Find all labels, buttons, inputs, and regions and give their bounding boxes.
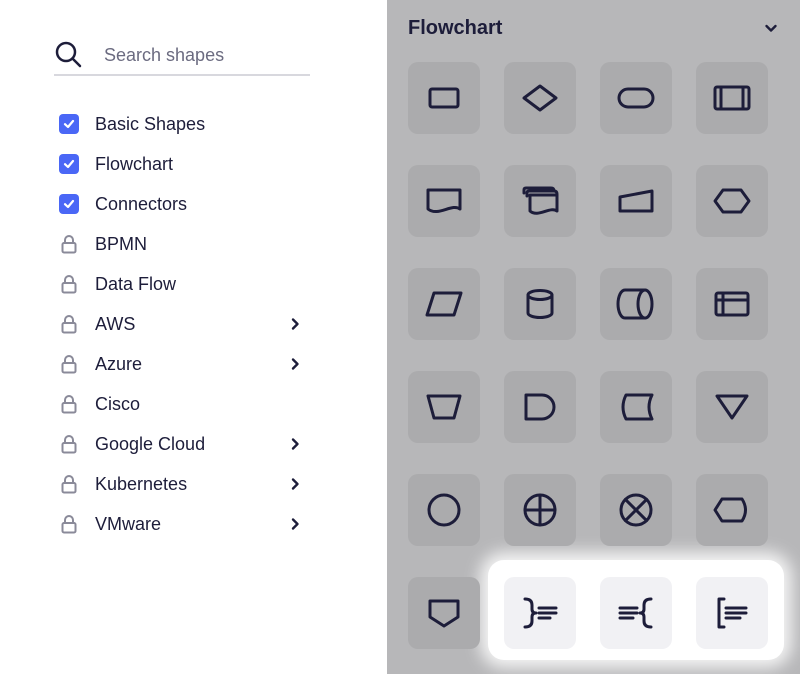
annotation-right-icon: [523, 597, 558, 629]
category-flowchart[interactable]: Flowchart: [58, 144, 308, 184]
category-aws[interactable]: AWS: [58, 304, 308, 344]
shape-tile-direct-access-storage[interactable]: [600, 268, 672, 340]
lock-icon: [58, 273, 80, 295]
category-google-cloud[interactable]: Google Cloud: [58, 424, 308, 464]
chevron-right-icon[interactable]: [288, 516, 302, 532]
display-icon: [713, 497, 747, 523]
terminator-icon: [617, 87, 655, 109]
category-label: AWS: [95, 313, 136, 334]
checkmark-icon: [59, 154, 79, 174]
shape-tile-internal-storage[interactable]: [696, 268, 768, 340]
shape-tile-delay[interactable]: [504, 371, 576, 443]
category-label: Kubernetes: [95, 473, 188, 494]
document-icon: [426, 188, 462, 214]
lock-icon: [58, 233, 80, 255]
search-input[interactable]: [102, 42, 306, 68]
section-title: Flowchart: [408, 16, 503, 39]
shape-tile-document[interactable]: [408, 165, 480, 237]
category-label: BPMN: [95, 233, 148, 254]
stored-data-icon: [621, 393, 654, 421]
category-checkbox[interactable]: [58, 153, 80, 175]
search-bar: [54, 36, 310, 76]
chevron-right-icon[interactable]: [288, 316, 302, 332]
shape-tile-connector[interactable]: [408, 474, 480, 546]
multi-document-icon: [522, 186, 559, 215]
lock-icon: [58, 513, 80, 535]
shape-tile-multi-document[interactable]: [504, 165, 576, 237]
process-icon: [428, 87, 460, 109]
direct-access-storage-icon: [616, 288, 654, 320]
shape-tile-manual-operation[interactable]: [408, 371, 480, 443]
shape-tile-stored-data[interactable]: [600, 371, 672, 443]
off-page-connector-icon: [428, 599, 460, 628]
connector-icon: [427, 493, 461, 527]
shape-tile-or[interactable]: [600, 474, 672, 546]
chevron-down-icon[interactable]: [764, 21, 778, 35]
shape-library-sidebar: Basic Shapes Flowchart Connectors BPMN Data …: [0, 0, 387, 674]
category-kubernetes[interactable]: Kubernetes: [58, 464, 308, 504]
shape-tile-annotation-bracket[interactable]: [696, 577, 768, 649]
preparation-icon: [713, 188, 751, 214]
chevron-right-icon[interactable]: [288, 356, 302, 372]
shape-tile-terminator[interactable]: [600, 62, 672, 134]
merge-icon: [715, 394, 749, 420]
category-label: Azure: [95, 353, 143, 374]
shape-tile-annotation-right[interactable]: [504, 577, 576, 649]
lock-icon: [58, 433, 80, 455]
shape-tile-predefined-process[interactable]: [696, 62, 768, 134]
category-vmware[interactable]: VMware: [58, 504, 308, 544]
shape-tile-process[interactable]: [408, 62, 480, 134]
lock-icon: [58, 313, 80, 335]
lock-icon: [58, 473, 80, 495]
search-icon: [55, 41, 82, 68]
delay-icon: [524, 393, 556, 421]
internal-storage-icon: [714, 291, 750, 317]
category-label: Basic Shapes: [95, 113, 206, 134]
category-label: Google Cloud: [95, 433, 206, 454]
shape-tile-off-page-connector[interactable]: [408, 577, 480, 649]
shape-tile-display[interactable]: [696, 474, 768, 546]
category-cisco[interactable]: Cisco: [58, 384, 308, 424]
chevron-right-icon[interactable]: [288, 476, 302, 492]
shape-tile-decision[interactable]: [504, 62, 576, 134]
category-connectors[interactable]: Connectors: [58, 184, 308, 224]
category-label: Data Flow: [95, 273, 177, 294]
category-label: Cisco: [95, 393, 141, 414]
shape-tile-data[interactable]: [408, 268, 480, 340]
shape-tile-merge[interactable]: [696, 371, 768, 443]
category-basic-shapes[interactable]: Basic Shapes: [58, 104, 308, 144]
category-bpmn[interactable]: BPMN: [58, 224, 308, 264]
annotation-bracket-icon: [717, 597, 748, 629]
manual-input-icon: [618, 189, 654, 213]
annotation-left-icon: [618, 597, 653, 629]
data-icon: [425, 291, 463, 317]
category-checkbox[interactable]: [58, 193, 80, 215]
or-icon: [619, 493, 653, 527]
chevron-right-icon[interactable]: [288, 436, 302, 452]
shape-tile-summing-junction[interactable]: [504, 474, 576, 546]
summing-junction-icon: [523, 493, 557, 527]
checkmark-icon: [59, 114, 79, 134]
lock-icon: [58, 393, 80, 415]
decision-icon: [522, 84, 558, 112]
shape-tile-manual-input[interactable]: [600, 165, 672, 237]
shape-tile-database[interactable]: [504, 268, 576, 340]
category-checkbox[interactable]: [58, 113, 80, 135]
category-data-flow[interactable]: Data Flow: [58, 264, 308, 304]
predefined-process-icon: [713, 85, 751, 111]
shape-tile-preparation[interactable]: [696, 165, 768, 237]
lock-icon: [58, 353, 80, 375]
category-list: Basic Shapes Flowchart Connectors BPMN Data …: [58, 104, 308, 544]
category-label: Flowchart: [95, 153, 174, 174]
checkmark-icon: [59, 194, 79, 214]
database-icon: [526, 289, 554, 319]
flowchart-section-header[interactable]: Flowchart: [408, 14, 778, 42]
manual-operation-icon: [426, 394, 462, 420]
category-azure[interactable]: Azure: [58, 344, 308, 384]
category-label: Connectors: [95, 193, 188, 214]
shape-tile-annotation-left[interactable]: [600, 577, 672, 649]
category-label: VMware: [95, 513, 162, 534]
